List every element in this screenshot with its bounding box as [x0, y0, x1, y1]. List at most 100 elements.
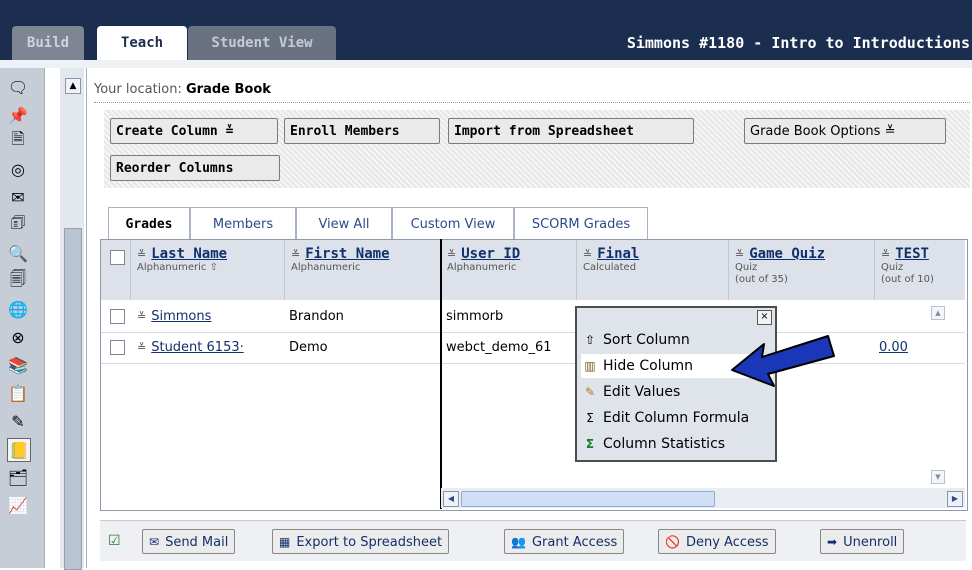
- first-name-cell: Brandon: [289, 309, 344, 324]
- frozen-column-divider: [440, 239, 442, 509]
- send-mail-button[interactable]: ✉ Send Mail: [142, 529, 236, 554]
- tab-student-view[interactable]: Student View: [188, 26, 336, 60]
- column-header-game-quiz[interactable]: ≚ Game Quiz Quiz (out of 35): [729, 240, 875, 300]
- divider: [94, 102, 970, 104]
- column-type: Alphanumeric ⇧: [137, 262, 218, 273]
- column-menu-icon[interactable]: ≚: [583, 248, 592, 261]
- action-footer: ☑ ✉ Send Mail ▦ Export to Spreadsheet 👥 Gra…: [100, 520, 966, 561]
- column-title[interactable]: Final: [597, 246, 639, 262]
- grade-link[interactable]: 0.00: [879, 340, 908, 355]
- scroll-left-icon[interactable]: ◀: [443, 491, 459, 507]
- create-column-button[interactable]: Create Column ≚: [110, 118, 278, 144]
- column-type: Quiz: [881, 262, 904, 273]
- pencil-icon[interactable]: ✎: [7, 410, 29, 432]
- select-all-checkbox[interactable]: [110, 250, 125, 265]
- import-spreadsheet-button[interactable]: Import from Spreadsheet: [448, 118, 694, 144]
- column-menu-icon[interactable]: ≚: [735, 248, 744, 261]
- student-link[interactable]: Student 6153·: [151, 340, 244, 355]
- gradebook-options-button[interactable]: Grade Book Options ≚: [744, 118, 946, 144]
- column-header-test[interactable]: ≚ TEST Quiz (out of 10): [875, 240, 965, 300]
- column-title[interactable]: Game Quiz: [749, 246, 825, 262]
- column-points: (out of 35): [735, 274, 788, 285]
- notes-icon[interactable]: 🗊: [7, 213, 29, 236]
- document-icon[interactable]: 🗎: [7, 129, 29, 152]
- unenroll-button[interactable]: ➡ Unenroll: [820, 529, 905, 554]
- menu-item-label: Sort Column: [603, 332, 690, 348]
- tool-rail-scrollbar[interactable]: ▲: [60, 68, 84, 570]
- scroll-up-icon[interactable]: ▲: [931, 306, 945, 320]
- tab-scorm-grades[interactable]: SCORM Grades: [514, 207, 648, 239]
- column-header-user-id[interactable]: ≚ User ID Alphanumeric: [441, 240, 577, 300]
- last-name-cell[interactable]: ≚ Student 6153·: [137, 333, 283, 363]
- grant-access-button[interactable]: 👥 Grant Access: [504, 529, 625, 554]
- scroll-thumb[interactable]: [64, 228, 82, 570]
- unenroll-label: Unenroll: [843, 535, 898, 550]
- pages-icon[interactable]: 🗐: [7, 269, 29, 292]
- menu-item-edit-column-formula[interactable]: Σ Edit Column Formula: [581, 406, 773, 430]
- enroll-members-button[interactable]: Enroll Members: [284, 118, 440, 144]
- reorder-columns-button[interactable]: Reorder Columns: [110, 155, 280, 181]
- last-name-cell[interactable]: ≚ Simmons: [137, 302, 283, 332]
- tab-grades[interactable]: Grades: [108, 207, 190, 240]
- multi-page-icon[interactable]: 🗂: [7, 466, 29, 488]
- column-type: Calculated: [583, 262, 637, 273]
- menu-item-label: Hide Column: [603, 358, 693, 374]
- column-title[interactable]: User ID: [461, 246, 520, 262]
- column-menu-icon[interactable]: ≚: [881, 248, 890, 261]
- discussion-icon[interactable]: 🗨: [7, 76, 29, 98]
- tab-custom-view[interactable]: Custom View: [392, 207, 514, 239]
- pencil-icon: ✎: [584, 385, 596, 399]
- header-select-all: [101, 240, 131, 300]
- search-icon[interactable]: 🔍: [7, 242, 29, 264]
- gradebook-options-label: Grade Book Options: [750, 124, 881, 139]
- chart-icon[interactable]: 📈: [7, 494, 29, 516]
- pushpin-icon[interactable]: 📌: [7, 104, 29, 126]
- unenroll-icon: ➡: [827, 535, 838, 549]
- menu-item-column-statistics[interactable]: Σ Column Statistics: [581, 432, 773, 456]
- column-header-first-name[interactable]: ≚ First Name Alphanumeric: [285, 240, 441, 300]
- first-name-cell: Demo: [289, 340, 328, 355]
- select-check-icon[interactable]: ☑: [108, 534, 122, 548]
- column-menu-icon[interactable]: ≚: [291, 248, 300, 261]
- formula-icon: Σ: [586, 411, 594, 425]
- scroll-right-icon[interactable]: ▶: [947, 491, 963, 507]
- table-vertical-scrollbar[interactable]: ▲ ▼: [928, 300, 948, 488]
- row-checkbox[interactable]: [110, 302, 125, 332]
- column-header-final[interactable]: ≚ Final Calculated: [577, 240, 729, 300]
- location-current: Grade Book: [186, 82, 271, 97]
- scroll-down-icon[interactable]: ▼: [931, 470, 945, 484]
- collapse-circle-icon[interactable]: ⊗: [7, 326, 29, 348]
- tab-view-all[interactable]: View All: [296, 207, 392, 239]
- sub-bar: [0, 60, 972, 68]
- grade-book-icon[interactable]: 📒: [7, 438, 31, 462]
- student-link[interactable]: Simmons: [151, 309, 211, 324]
- sort-icon: ⇧: [584, 333, 596, 347]
- tab-teach[interactable]: Teach: [97, 26, 187, 60]
- column-title[interactable]: Last Name: [151, 246, 227, 262]
- column-title[interactable]: First Name: [305, 246, 389, 262]
- table-horizontal-scrollbar[interactable]: ◀ ▶: [441, 488, 965, 508]
- scroll-up-icon[interactable]: ▲: [65, 78, 81, 94]
- column-title[interactable]: TEST: [895, 246, 929, 262]
- column-type: Alphanumeric: [447, 262, 517, 273]
- annotation-arrow-icon: [731, 335, 835, 387]
- grant-access-icon: 👥: [511, 535, 526, 549]
- clipboard-icon[interactable]: 📋: [7, 382, 29, 404]
- close-icon[interactable]: ×: [757, 310, 772, 325]
- create-column-label: Create Column: [116, 124, 218, 139]
- target-icon[interactable]: ◎: [7, 158, 29, 180]
- test-grade-cell[interactable]: 0.00: [879, 333, 908, 363]
- export-spreadsheet-button[interactable]: ▦ Export to Spreadsheet: [272, 529, 450, 554]
- row-checkbox[interactable]: [110, 333, 125, 363]
- scroll-thumb[interactable]: [461, 491, 715, 507]
- column-menu-icon[interactable]: ≚: [447, 248, 456, 261]
- deny-access-label: Deny Access: [685, 535, 769, 550]
- deny-access-button[interactable]: 🚫 Deny Access: [658, 529, 776, 554]
- globe-page-icon[interactable]: 🌐: [7, 298, 29, 320]
- gradebook-books-icon[interactable]: 📚: [7, 354, 29, 376]
- tab-build[interactable]: Build: [12, 26, 84, 60]
- column-header-last-name[interactable]: ≚ Last Name Alphanumeric ⇧: [131, 240, 285, 300]
- tab-members[interactable]: Members: [190, 207, 296, 239]
- inbox-icon[interactable]: ✉: [7, 186, 29, 208]
- column-menu-icon[interactable]: ≚: [137, 248, 146, 261]
